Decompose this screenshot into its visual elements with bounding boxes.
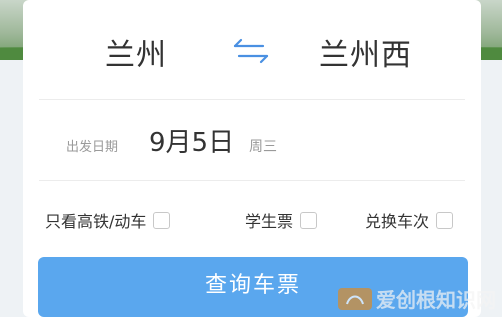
- date-row[interactable]: 出发日期 9月5日 周三: [23, 100, 481, 180]
- option-student-ticket-label: 学生票: [245, 212, 294, 231]
- exchange-train-checkbox[interactable]: [436, 211, 454, 229]
- departure-date-value[interactable]: 9月5日: [149, 122, 234, 159]
- high-speed-only-checkbox[interactable]: [153, 211, 171, 229]
- ticket-search-card: 兰州 兰州西 出发日期 9月5日 周三 只看高铁/动车 学生票 兑换车次 查询车…: [23, 0, 481, 317]
- option-high-speed-only[interactable]: 只看高铁/动车: [45, 208, 171, 232]
- swap-stations-icon[interactable]: [229, 36, 273, 66]
- to-station[interactable]: 兰州西: [319, 30, 412, 74]
- student-ticket-checkbox[interactable]: [300, 211, 318, 229]
- divider: [39, 180, 465, 181]
- watermark-text: 爱创根知识网: [376, 288, 496, 312]
- options-row: 只看高铁/动车 学生票 兑换车次: [23, 196, 481, 240]
- departure-date-label: 出发日期: [66, 140, 119, 155]
- watermark-logo-icon: [338, 287, 372, 310]
- departure-weekday: 周三: [249, 139, 277, 155]
- option-student-ticket[interactable]: 学生票: [245, 208, 318, 232]
- option-exchange-train[interactable]: 兑换车次: [365, 208, 454, 232]
- option-exchange-train-label: 兑换车次: [365, 212, 430, 231]
- site-watermark: 爱创根知识网: [338, 284, 496, 313]
- station-row: 兰州 兰州西: [23, 22, 481, 88]
- from-station[interactable]: 兰州: [105, 30, 167, 74]
- option-high-speed-only-label: 只看高铁/动车: [45, 212, 147, 231]
